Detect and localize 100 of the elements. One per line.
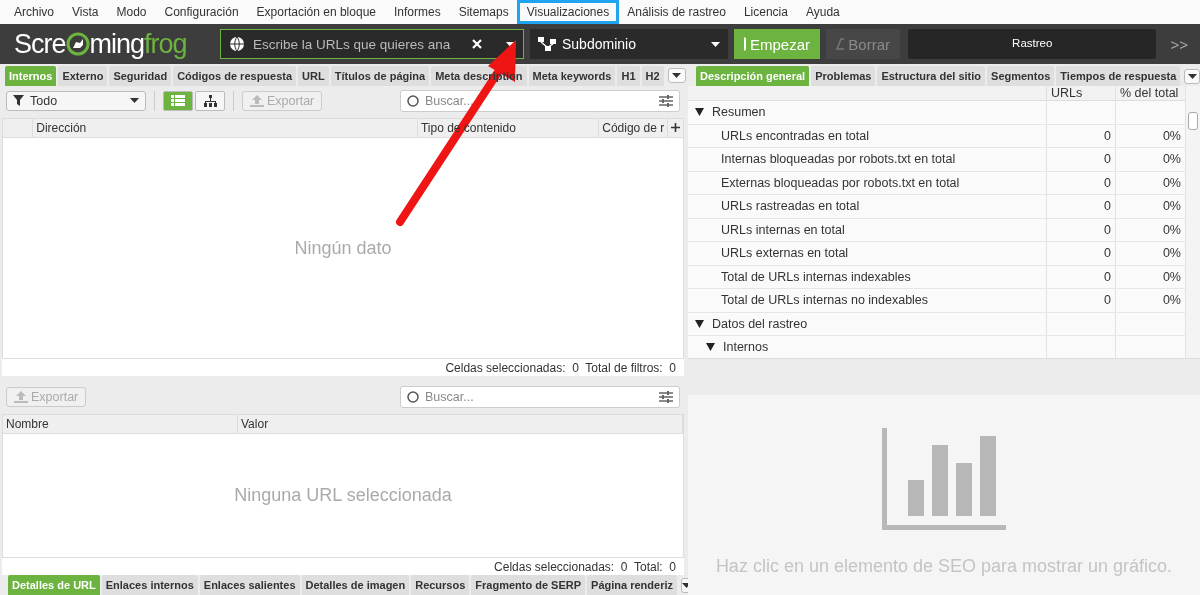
- add-column-icon[interactable]: [671, 122, 680, 132]
- menu-item[interactable]: Modo: [108, 2, 155, 22]
- url-count: 0: [1104, 128, 1111, 143]
- tab[interactable]: Tiempos de respuesta: [1056, 66, 1181, 86]
- menu-item[interactable]: Análisis de rastreo: [619, 2, 734, 22]
- tab[interactable]: H2: [641, 66, 664, 86]
- tab[interactable]: Problemas: [811, 66, 876, 86]
- url-count: 0: [1104, 152, 1111, 167]
- status-text: Celdas seleccionadas: 0 Total de filtros: 0: [445, 360, 676, 375]
- bar-chart-icon: [882, 428, 1006, 530]
- globe-icon: [229, 36, 245, 52]
- menu-item[interactable]: Vista: [64, 2, 107, 22]
- progress-label: Rastreo: [1011, 37, 1054, 49]
- column-header[interactable]: Nombre: [3, 415, 238, 434]
- tree-item[interactable]: URLs internas en total: [721, 222, 845, 237]
- menu-item[interactable]: Sitemaps: [450, 2, 517, 22]
- menu-item[interactable]: Ayuda: [797, 2, 848, 22]
- percentage: 0%: [1162, 175, 1181, 190]
- filter-dropdown[interactable]: Todo: [6, 90, 146, 111]
- column-header[interactable]: Código de r: [599, 118, 669, 137]
- tab[interactable]: H1: [617, 66, 640, 86]
- tab[interactable]: Enlaces internos: [101, 575, 198, 595]
- tree-item[interactable]: URLs externas en total: [721, 246, 849, 261]
- percentage: 0%: [1162, 152, 1181, 167]
- tab[interactable]: Segmentos: [987, 66, 1055, 86]
- url-count: 0: [1104, 246, 1111, 261]
- close-icon[interactable]: [472, 39, 482, 49]
- tab[interactable]: Estructura del sitio: [877, 66, 986, 86]
- menu-item[interactable]: Exportación en bloque: [248, 2, 384, 22]
- column-header[interactable]: Dirección: [33, 118, 418, 137]
- search-icon: [407, 94, 419, 107]
- dropdown-caret-icon: [711, 41, 720, 47]
- mode-dropdown[interactable]: Subdominio: [530, 29, 728, 59]
- tabs-menu-button[interactable]: [667, 68, 686, 84]
- percentage: 0%: [1162, 293, 1181, 308]
- tab[interactable]: Externo: [58, 66, 108, 86]
- url-field[interactable]: Escribe la URLs que quieres ana: [220, 29, 524, 59]
- url-count: 0: [1104, 269, 1111, 284]
- expanded-icon[interactable]: [695, 319, 704, 328]
- empty-message: Ninguna URL seleccionada: [234, 485, 452, 507]
- column-header[interactable]: URLs: [1047, 86, 1116, 100]
- caret-icon: [130, 98, 139, 104]
- search-icon: [407, 391, 419, 404]
- list-icon: [171, 95, 185, 107]
- menu-item[interactable]: Visualizaciones: [518, 2, 618, 22]
- tab[interactable]: Detalles de imagen: [301, 575, 410, 595]
- expanded-icon[interactable]: [695, 108, 704, 117]
- tree-view-button[interactable]: [195, 90, 225, 111]
- menu-item[interactable]: Configuración: [156, 2, 247, 22]
- percentage: 0%: [1162, 199, 1181, 214]
- tree-item[interactable]: Resumen: [712, 105, 766, 120]
- search-field[interactable]: Buscar...: [400, 386, 680, 409]
- tree-item[interactable]: Internos: [723, 340, 769, 355]
- settings-icon[interactable]: [659, 94, 673, 107]
- url-input[interactable]: Escribe la URLs que quieres ana: [253, 36, 464, 52]
- tab[interactable]: Meta keywords: [528, 66, 616, 86]
- caret-icon: [1187, 73, 1197, 79]
- tab[interactable]: Títulos de página: [330, 66, 430, 86]
- filter-icon: [13, 95, 24, 107]
- column-header[interactable]: Valor: [238, 415, 683, 434]
- tree-item[interactable]: Total de URLs internas indexables: [721, 269, 911, 284]
- caret-icon: [672, 73, 682, 79]
- status-text: Celdas seleccionadas: 0 Total: 0: [494, 559, 676, 574]
- url-count: 0: [1104, 222, 1111, 237]
- sitemap-icon: [538, 37, 556, 51]
- more-button[interactable]: >>: [1162, 35, 1192, 53]
- tab[interactable]: Página renderiz: [587, 575, 677, 595]
- tab[interactable]: Enlaces salientes: [199, 575, 300, 595]
- percentage: 0%: [1162, 128, 1181, 143]
- scrollbar[interactable]: [1186, 86, 1200, 358]
- hierarchy-icon: [203, 94, 217, 107]
- tree-item[interactable]: URLs encontradas en total: [721, 128, 869, 143]
- tree-item[interactable]: Datos del rastreo: [712, 316, 808, 331]
- tab[interactable]: URL: [298, 66, 329, 86]
- frog-icon: [65, 32, 90, 56]
- tree-item[interactable]: Internas bloqueadas por robots.txt en total: [721, 152, 956, 167]
- tree-item[interactable]: Total de URLs internas no indexables: [721, 293, 929, 308]
- tab[interactable]: Recursos: [411, 575, 470, 595]
- percentage: 0%: [1162, 246, 1181, 261]
- tree-item[interactable]: Externas bloqueadas por robots.txt en total: [721, 175, 960, 190]
- menu-item[interactable]: Informes: [386, 2, 449, 22]
- menu-item[interactable]: Archivo: [6, 2, 62, 22]
- logo: Scre mingfrog: [14, 28, 188, 60]
- url-count: 0: [1104, 293, 1111, 308]
- tab[interactable]: Códigos de respuesta: [173, 66, 297, 86]
- search-field[interactable]: Buscar...: [400, 89, 680, 112]
- menu-item[interactable]: Licencia: [735, 2, 796, 22]
- tab[interactable]: Seguridad: [109, 66, 172, 86]
- tabs-menu-button[interactable]: [1184, 68, 1200, 84]
- url-count: 0: [1104, 199, 1111, 214]
- settings-icon[interactable]: [659, 391, 673, 404]
- percentage: 0%: [1162, 222, 1181, 237]
- expanded-icon[interactable]: [706, 343, 715, 352]
- upload-icon: [14, 391, 28, 404]
- percentage: 0%: [1162, 269, 1181, 284]
- url-count: 0: [1104, 175, 1111, 190]
- tab[interactable]: Fragmento de SERP: [471, 575, 586, 595]
- upload-icon: [250, 94, 264, 107]
- empty-message: Ningún dato: [294, 237, 392, 259]
- tree-item[interactable]: URLs rastreadas en total: [721, 199, 860, 214]
